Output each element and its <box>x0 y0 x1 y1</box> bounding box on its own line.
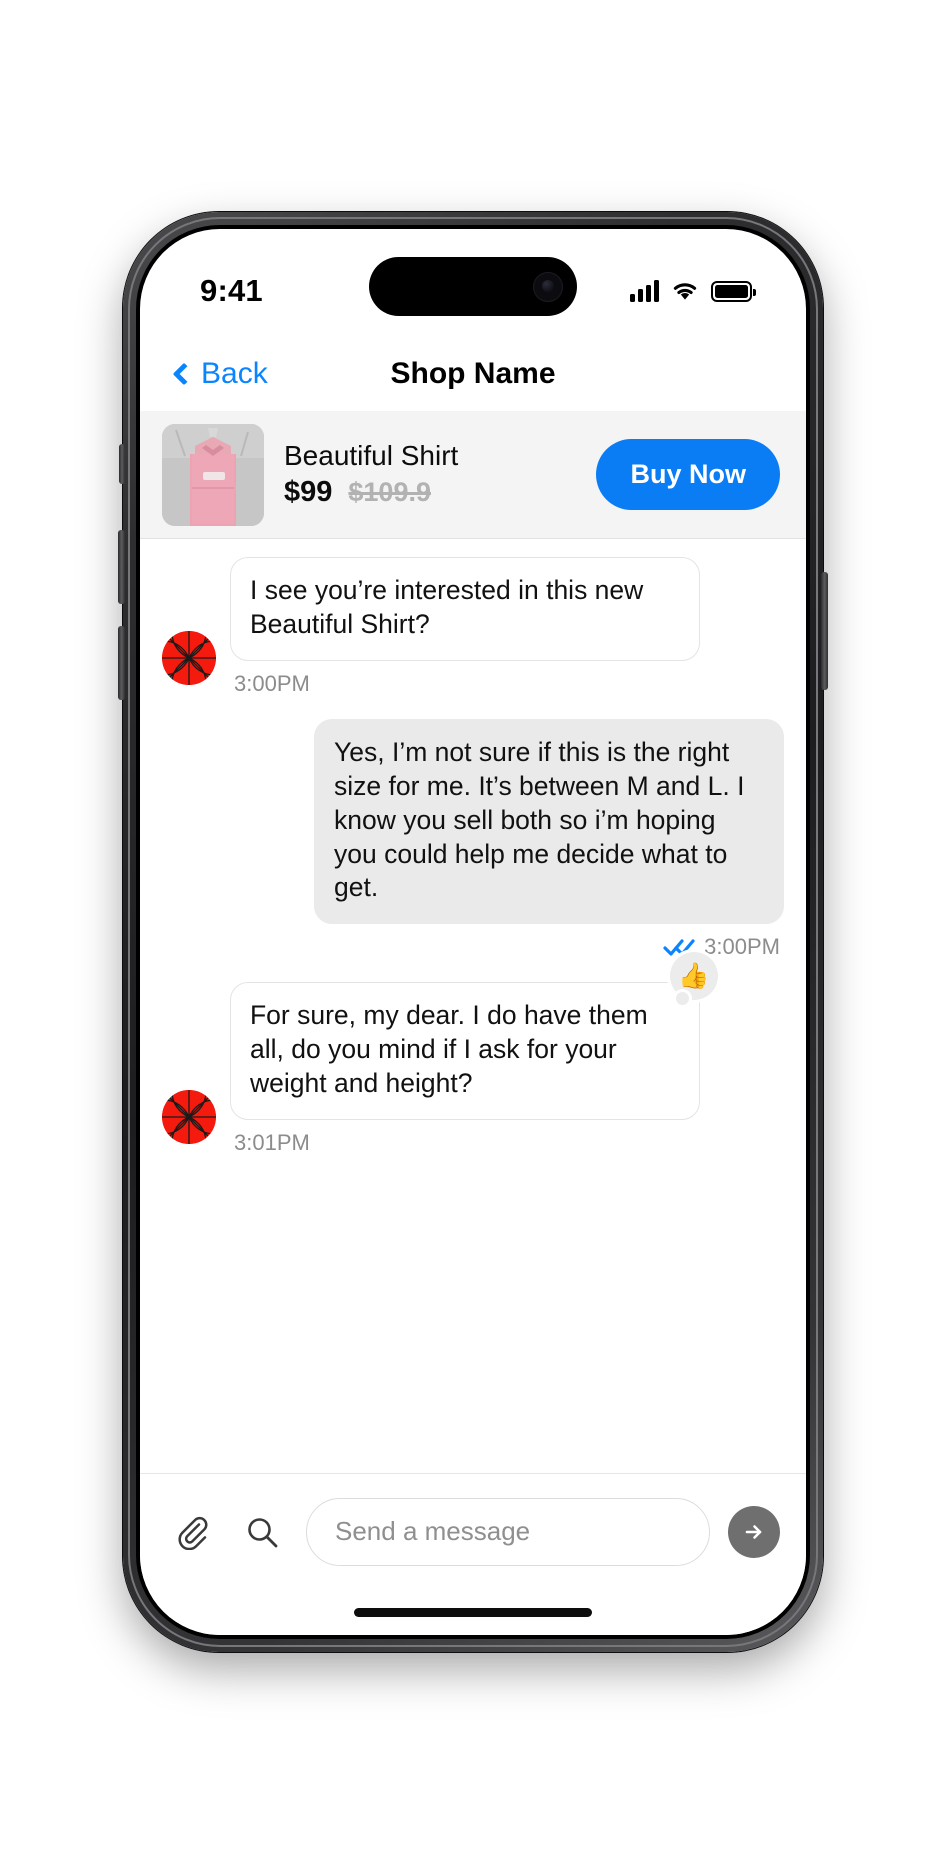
product-thumbnail-pink-shirt[interactable] <box>162 423 264 526</box>
back-button-label: Back <box>201 357 268 390</box>
avatar-web-pattern <box>162 1090 216 1145</box>
status-bar: 9:41 <box>140 229 806 337</box>
dynamic-island <box>369 257 577 316</box>
home-indicator[interactable] <box>140 1589 806 1635</box>
message-row-outgoing: Yes, I’m not sure if this is the right s… <box>162 718 784 979</box>
status-time: 9:41 <box>200 273 263 308</box>
message-bubble[interactable]: For sure, my dear. I do have them all, d… <box>230 982 700 1121</box>
volume-up-button[interactable] <box>118 530 125 604</box>
buy-now-button[interactable]: Buy Now <box>596 439 780 510</box>
message-timestamp: 3:00PM <box>704 934 780 960</box>
message-meta: 3:01PM <box>230 1130 700 1156</box>
send-button[interactable] <box>728 1505 780 1558</box>
phone-screen: 9:41 Back Shop Name Beautiful Shirt $99 … <box>140 229 806 1635</box>
wifi-icon <box>673 283 697 300</box>
battery-full-icon <box>711 280 756 302</box>
bubble-column: Yes, I’m not sure if this is the right s… <box>314 718 784 979</box>
phone-bezel: 9:41 Back Shop Name Beautiful Shirt $99 … <box>136 225 810 1639</box>
message-row-incoming: I see you’re interested in this new Beau… <box>162 557 784 715</box>
screenshot-stage: 9:41 Back Shop Name Beautiful Shirt $99 … <box>0 0 946 1864</box>
silent-switch[interactable] <box>119 444 125 484</box>
search-icon[interactable] <box>236 1506 288 1558</box>
product-image <box>162 423 264 526</box>
phone-frame: 9:41 Back Shop Name Beautiful Shirt $99 … <box>118 212 828 1652</box>
message-bubble[interactable]: I see you’re interested in this new Beau… <box>230 557 700 661</box>
cellular-bars-icon <box>630 280 659 302</box>
product-title: Beautiful Shirt <box>284 439 459 471</box>
price-original: $109.9 <box>348 477 431 508</box>
price-row: $99 $109.9 <box>284 476 576 509</box>
message-timestamp: 3:01PM <box>234 1130 310 1156</box>
message-meta: 3:00PM <box>230 671 700 697</box>
status-indicators <box>630 280 756 302</box>
message-composer <box>140 1473 806 1589</box>
shop-avatar-icon[interactable] <box>162 630 216 685</box>
bubble-column: 👍 For sure, my dear. I do have them all,… <box>230 952 718 1174</box>
power-button[interactable] <box>821 572 828 690</box>
shop-avatar-icon[interactable] <box>162 1090 216 1145</box>
product-details: Beautiful Shirt $99 $109.9 <box>284 440 576 509</box>
message-timestamp: 3:00PM <box>234 670 310 696</box>
send-arrow-icon <box>745 1524 762 1539</box>
back-button[interactable]: Back <box>172 357 268 391</box>
message-row-incoming: 👍 For sure, my dear. I do have them all,… <box>162 952 784 1174</box>
price-current: $99 <box>284 476 333 509</box>
thumbs-up-reaction-icon[interactable]: 👍 <box>670 952 718 1006</box>
chevron-left-icon <box>172 362 196 386</box>
product-banner[interactable]: Beautiful Shirt $99 $109.9 Buy Now <box>140 411 806 539</box>
nav-bar: Back Shop Name <box>140 337 806 411</box>
front-camera-icon <box>533 271 563 302</box>
paperclip-icon[interactable] <box>166 1506 218 1558</box>
bubble-column: I see you’re interested in this new Beau… <box>230 557 700 715</box>
avatar-web-pattern <box>162 630 216 685</box>
volume-down-button[interactable] <box>118 626 125 700</box>
message-bubble[interactable]: Yes, I’m not sure if this is the right s… <box>314 718 784 925</box>
search-input[interactable] <box>306 1497 710 1566</box>
message-list: I see you’re interested in this new Beau… <box>140 539 806 1473</box>
message-meta: 3:00PM <box>314 934 784 960</box>
